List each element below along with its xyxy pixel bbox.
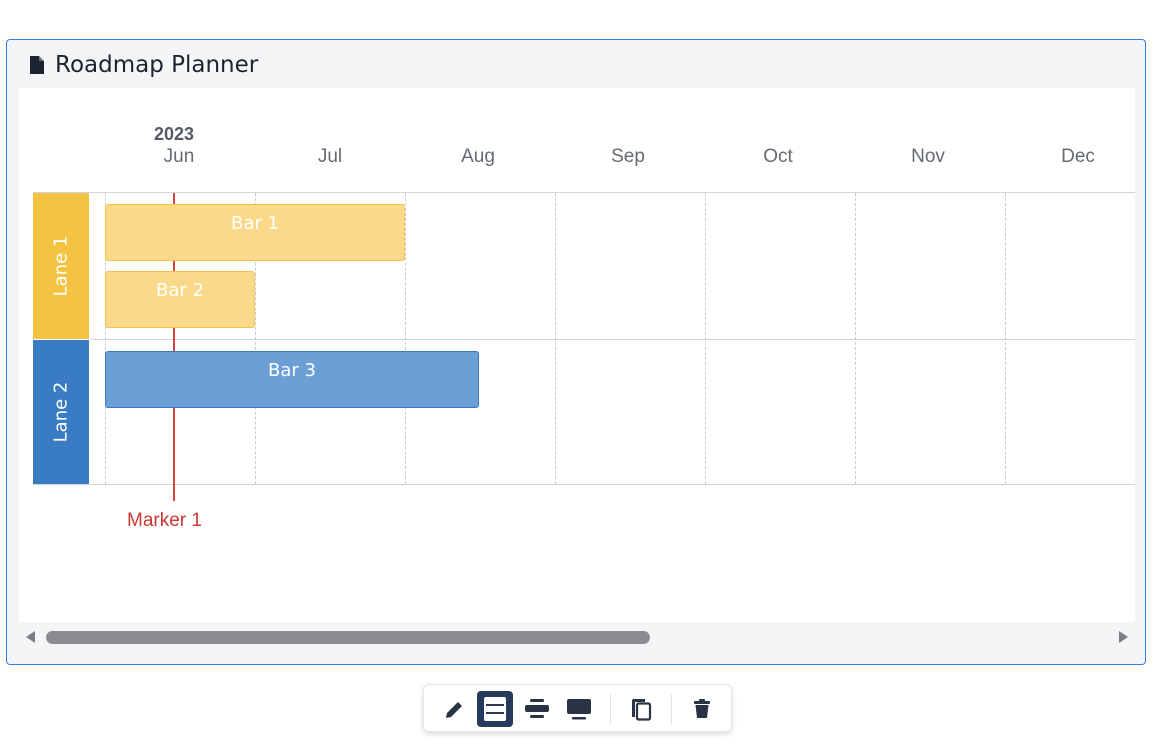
delete-button[interactable] [684, 691, 720, 727]
panel-title: Roadmap Planner [55, 52, 259, 78]
toolbar-divider [671, 694, 672, 724]
marker-label[interactable]: Marker 1 [127, 510, 202, 532]
document-icon [30, 56, 44, 74]
month-label: Dec [1061, 146, 1095, 167]
horizontal-scrollbar[interactable] [19, 624, 1135, 650]
lane-label: Lane 2 [50, 381, 72, 443]
lane-divider [89, 339, 1135, 340]
medium-view-button[interactable] [519, 691, 555, 727]
timeline-canvas: 2023 Jun Jul Aug Sep Oct Nov Dec Lane 1 … [19, 88, 1135, 622]
bar-label: Bar 1 [231, 213, 279, 234]
bar-label: Bar 3 [268, 360, 316, 381]
lane-header-2[interactable]: Lane 2 [33, 340, 89, 484]
copy-icon [632, 699, 652, 721]
timeline-bottom-border [33, 484, 1135, 485]
edit-icon [446, 702, 462, 718]
month-label: Sep [611, 146, 645, 167]
month-label: Aug [461, 146, 495, 167]
scroll-right-icon[interactable] [1119, 631, 1128, 643]
timeline-top-border [33, 192, 1135, 193]
scroll-thumb[interactable] [46, 631, 650, 644]
large-view-button[interactable] [477, 691, 513, 727]
panel-header: Roadmap Planner [7, 40, 1145, 90]
screen-view-button[interactable] [561, 691, 597, 727]
roadmap-panel: Roadmap Planner 2023 Jun Jul Aug Sep Oct… [6, 39, 1146, 665]
month-label: Jun [163, 146, 195, 167]
month-label: Oct [763, 146, 793, 167]
lane-header-1[interactable]: Lane 1 [33, 193, 89, 339]
year-label: 2023 [154, 124, 195, 144]
delete-icon [694, 699, 710, 718]
bar-1[interactable]: Bar 1 [105, 204, 405, 261]
copy-button[interactable] [624, 691, 660, 727]
toolbar-divider [610, 694, 611, 724]
floating-toolbar [423, 684, 732, 732]
month-label: Jul [317, 146, 343, 167]
large-view-icon [484, 697, 506, 721]
lane-label: Lane 1 [50, 235, 72, 297]
bar-label: Bar 2 [156, 280, 204, 301]
bar-3[interactable]: Bar 3 [105, 351, 479, 408]
bar-2[interactable]: Bar 2 [105, 271, 255, 328]
month-label: Nov [911, 146, 945, 167]
medium-view-icon [525, 699, 549, 718]
scroll-left-icon[interactable] [26, 631, 35, 643]
edit-button[interactable] [436, 691, 472, 727]
screen-view-icon [567, 699, 591, 720]
